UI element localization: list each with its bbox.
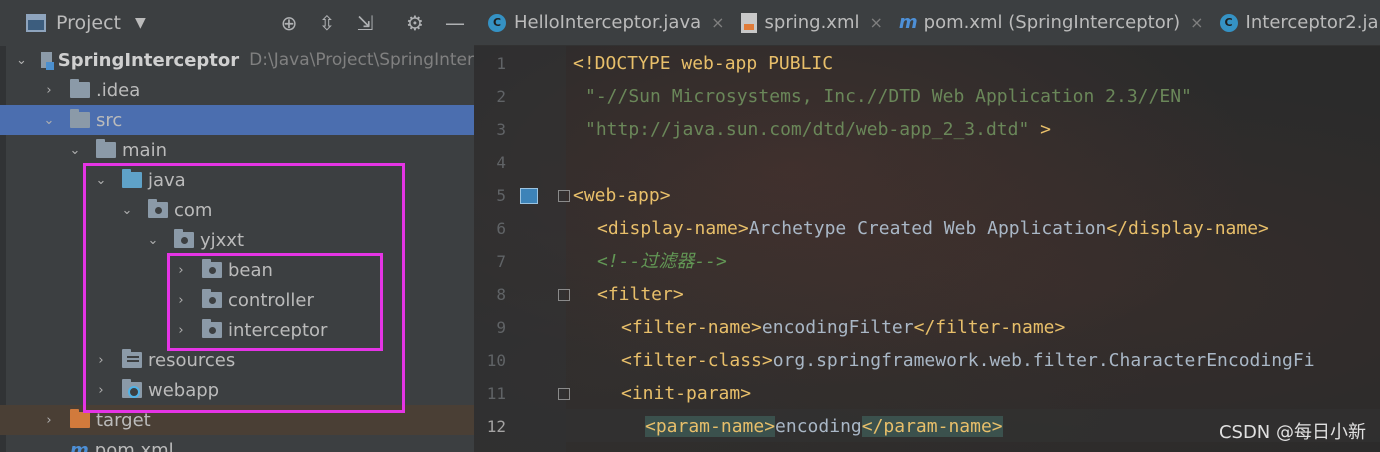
code-line-1: <!DOCTYPE web-app PUBLIC xyxy=(573,47,833,80)
close-icon[interactable]: × xyxy=(870,13,883,32)
line-number: 4 xyxy=(496,153,506,172)
expand-all-icon[interactable]: ⇳ xyxy=(316,12,338,34)
line-number: 6 xyxy=(496,219,506,238)
close-icon[interactable]: × xyxy=(1190,13,1203,32)
fold-marker-icon[interactable] xyxy=(558,190,570,202)
tab-label: pom.xml (SpringInterceptor) xyxy=(923,12,1181,33)
chevron-right-icon[interactable]: › xyxy=(42,413,56,428)
tab-interceptor2[interactable]: C Interceptor2.ja xyxy=(1212,0,1380,45)
chevron-down-icon[interactable]: ⌄ xyxy=(68,143,82,158)
line-number: 2 xyxy=(496,87,506,106)
line-number: 10 xyxy=(486,351,506,370)
code-token: <filter-class> xyxy=(621,350,773,371)
java-class-icon: C xyxy=(488,13,506,32)
line-number: 9 xyxy=(496,318,506,337)
line-number: 11 xyxy=(486,384,506,403)
tree-item-root[interactable]: ⌄ SpringInterceptor D:\Java\Project\Spri… xyxy=(0,45,474,75)
folder-icon xyxy=(96,139,116,158)
code-token: <web-app> xyxy=(573,185,671,206)
tab-hello-interceptor[interactable]: C HelloInterceptor.java × xyxy=(474,0,733,45)
chevron-right-icon[interactable]: › xyxy=(42,83,56,98)
code-line-2: "-//Sun Microsystems, Inc.//DTD Web Appl… xyxy=(585,80,1192,113)
tree-item-label: .idea xyxy=(96,79,141,101)
minimize-icon[interactable]: — xyxy=(444,12,466,34)
code-token: <init-param> xyxy=(621,383,752,404)
code-token: encodingFilter xyxy=(761,317,914,338)
highlight-box-packages xyxy=(167,253,383,351)
chevron-down-icon[interactable]: ⌄ xyxy=(42,113,56,128)
project-window-icon xyxy=(26,14,46,32)
code-token: </display-name> xyxy=(1106,218,1269,239)
code-token: </param-name> xyxy=(861,416,1003,437)
fold-marker-icon[interactable] xyxy=(558,388,570,400)
code-token: > xyxy=(1029,119,1052,140)
tree-item-src[interactable]: ⌄ src xyxy=(0,105,474,135)
editor-tab-bar: C HelloInterceptor.java × spring.xml × m… xyxy=(474,0,1380,46)
line-number: 12 xyxy=(486,417,506,436)
code-line-6: <display-name>Archetype Created Web Appl… xyxy=(597,212,1269,245)
project-panel: Project ▼ ⊕ ⇳ ⇲ ⚙ — ⌄ SpringInterceptor … xyxy=(0,0,474,452)
maven-icon: m xyxy=(70,439,89,452)
code-token: Archetype Created Web Application xyxy=(748,218,1107,239)
code-token: <param-name> xyxy=(645,416,776,437)
code-token: org.springframework.web.filter.Character… xyxy=(772,350,1315,371)
tree-item-label: pom.xml xyxy=(94,439,174,452)
xml-file-icon xyxy=(740,12,757,33)
code-token: "http://java.sun.com/dtd/web-app_2_3.dtd… xyxy=(585,119,1030,140)
code-token: <filter> xyxy=(597,284,684,305)
code-token: <filter-name> xyxy=(621,317,762,338)
project-panel-header[interactable]: Project ▼ xyxy=(0,0,474,46)
fold-marker-icon[interactable] xyxy=(558,289,570,301)
line-number: 3 xyxy=(496,120,506,139)
code-line-9: <filter-name>encodingFilter</filter-name… xyxy=(621,311,1065,344)
folder-icon xyxy=(70,109,90,128)
code-line-8: <filter> xyxy=(597,278,684,311)
gear-icon[interactable]: ⚙ xyxy=(404,12,426,34)
code-token: "-//Sun Microsystems, Inc.//DTD Web Appl… xyxy=(585,86,1192,107)
project-path: D:\Java\Project\SpringInter xyxy=(249,50,474,70)
java-class-icon: C xyxy=(1219,13,1238,32)
tab-label: spring.xml xyxy=(764,12,860,33)
web-descriptor-icon[interactable] xyxy=(520,188,538,204)
collapse-all-icon[interactable]: ⇲ xyxy=(354,12,376,34)
watermark: CSDN @每日小新 xyxy=(1218,422,1366,443)
tab-pom-xml[interactable]: m pom.xml (SpringInterceptor) × xyxy=(891,0,1212,45)
locate-icon[interactable]: ⊕ xyxy=(278,12,300,34)
code-line-11: <init-param> xyxy=(621,377,751,410)
tab-label: HelloInterceptor.java xyxy=(514,12,702,33)
tree-item-main[interactable]: ⌄ main xyxy=(0,135,474,165)
chevron-down-icon[interactable]: ▼ xyxy=(135,15,146,31)
excluded-folder-icon xyxy=(70,409,90,428)
code-line-7: <!--过滤器--> xyxy=(597,245,727,278)
code-line-5: <web-app> xyxy=(573,179,671,212)
maven-icon: m xyxy=(898,12,918,33)
line-number: 5 xyxy=(496,186,506,205)
tab-label: Interceptor2.ja xyxy=(1245,12,1379,33)
code-token: <!DOCTYPE web-app PUBLIC xyxy=(573,53,834,74)
folder-icon xyxy=(70,79,90,98)
code-token: </filter-name> xyxy=(913,317,1066,338)
tree-item-idea[interactable]: › .idea xyxy=(0,75,474,105)
code-line-3: "http://java.sun.com/dtd/web-app_2_3.dtd… xyxy=(585,113,1051,146)
tree-item-label: SpringInterceptor xyxy=(57,49,240,71)
chevron-down-icon[interactable]: ⌄ xyxy=(16,53,27,68)
line-number: 7 xyxy=(496,252,506,271)
tab-spring-xml[interactable]: spring.xml × xyxy=(733,0,891,45)
close-icon[interactable]: × xyxy=(711,13,724,32)
code-line-12: <param-name>encoding</param-name> xyxy=(645,410,1003,443)
code-token: encoding xyxy=(775,416,862,437)
code-editor[interactable]: 1 2 3 4 5 6 7 8 9 10 11 12 <!DOCTYPE web… xyxy=(474,46,1380,452)
module-folder-icon xyxy=(40,52,54,70)
tree-item-pom[interactable]: m pom.xml xyxy=(0,435,474,452)
line-number: 8 xyxy=(496,285,506,304)
code-token: <display-name> xyxy=(597,218,749,239)
line-number: 1 xyxy=(496,54,506,73)
tree-item-label: src xyxy=(96,109,123,131)
project-panel-title: Project xyxy=(56,12,122,34)
tree-item-label: main xyxy=(122,139,167,161)
code-line-10: <filter-class>org.springframework.web.fi… xyxy=(621,344,1315,377)
code-token: <!--过滤器--> xyxy=(597,251,727,272)
